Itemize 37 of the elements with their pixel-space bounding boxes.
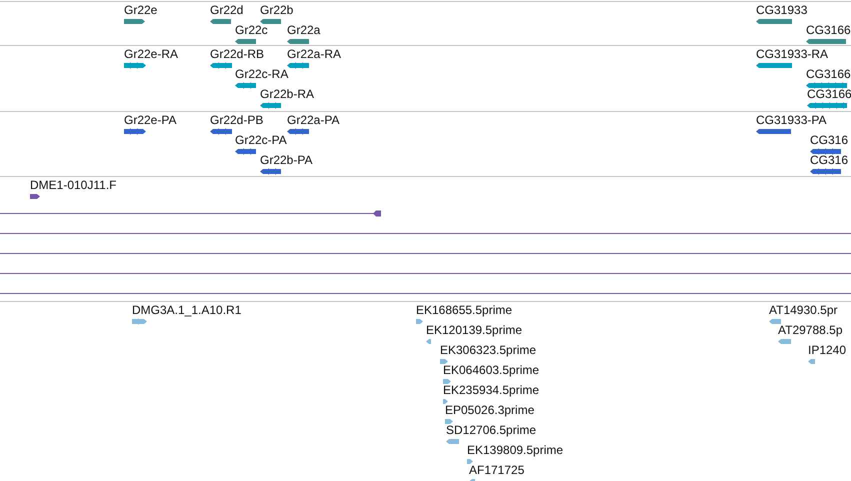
- feature-label: Gr22a-RA: [287, 48, 342, 61]
- feature-label: CG3166: [806, 68, 851, 81]
- feature-label: Gr22a: [287, 24, 320, 37]
- feature-label: AT14930.5pr: [769, 304, 838, 317]
- feature-label: EK120139.5prime: [426, 324, 522, 337]
- feature-label: Gr22d-PB: [210, 114, 264, 127]
- feature-label: EK064603.5prime: [443, 364, 540, 377]
- feature-label: Gr22c-RA: [235, 68, 288, 81]
- feature-label: Gr22a-PA: [287, 114, 340, 127]
- feature-label: Gr22d-RB: [210, 48, 264, 61]
- feature-label: CG31933-RA: [756, 48, 828, 61]
- feature-label: DMG3A.1_1.A10.R1: [132, 304, 242, 317]
- feature-label: CG316: [810, 134, 848, 147]
- feature-label: Gr22d: [210, 4, 244, 17]
- feature-label: EK139809.5prime: [467, 444, 564, 457]
- feature-label: Gr22c: [235, 24, 268, 37]
- feature-label: EP05026.3prime: [445, 404, 534, 417]
- feature-label: Gr22b: [260, 4, 294, 17]
- feature-label: CG3166: [806, 24, 851, 37]
- feature-label: EK306323.5prime: [440, 344, 536, 357]
- feature-label: SD12706.5prime: [446, 424, 536, 437]
- feature-label: Gr22e: [124, 4, 158, 17]
- feature-label: Gr22e-RA: [124, 48, 178, 61]
- feature-label: DME1-010J11.F: [30, 179, 116, 192]
- feature-label: AT29788.5p: [778, 324, 842, 337]
- feature-label: IP1240: [808, 344, 846, 357]
- feature-label: CG316: [810, 154, 848, 167]
- feature-label: EK168655.5prime: [416, 304, 512, 317]
- feature-label: Gr22b-PA: [260, 154, 312, 167]
- feature-label: Gr22b-RA: [260, 88, 314, 101]
- feature-label: CG31933: [756, 4, 808, 17]
- feature-label: CG31933-PA: [756, 114, 826, 127]
- feature-label: AF171725: [469, 464, 524, 477]
- feature-label: Gr22e-PA: [124, 114, 176, 127]
- feature-label: CG3166: [807, 88, 851, 101]
- feature-label: EK235934.5prime: [443, 384, 540, 397]
- feature-label: Gr22c-PA: [235, 134, 287, 147]
